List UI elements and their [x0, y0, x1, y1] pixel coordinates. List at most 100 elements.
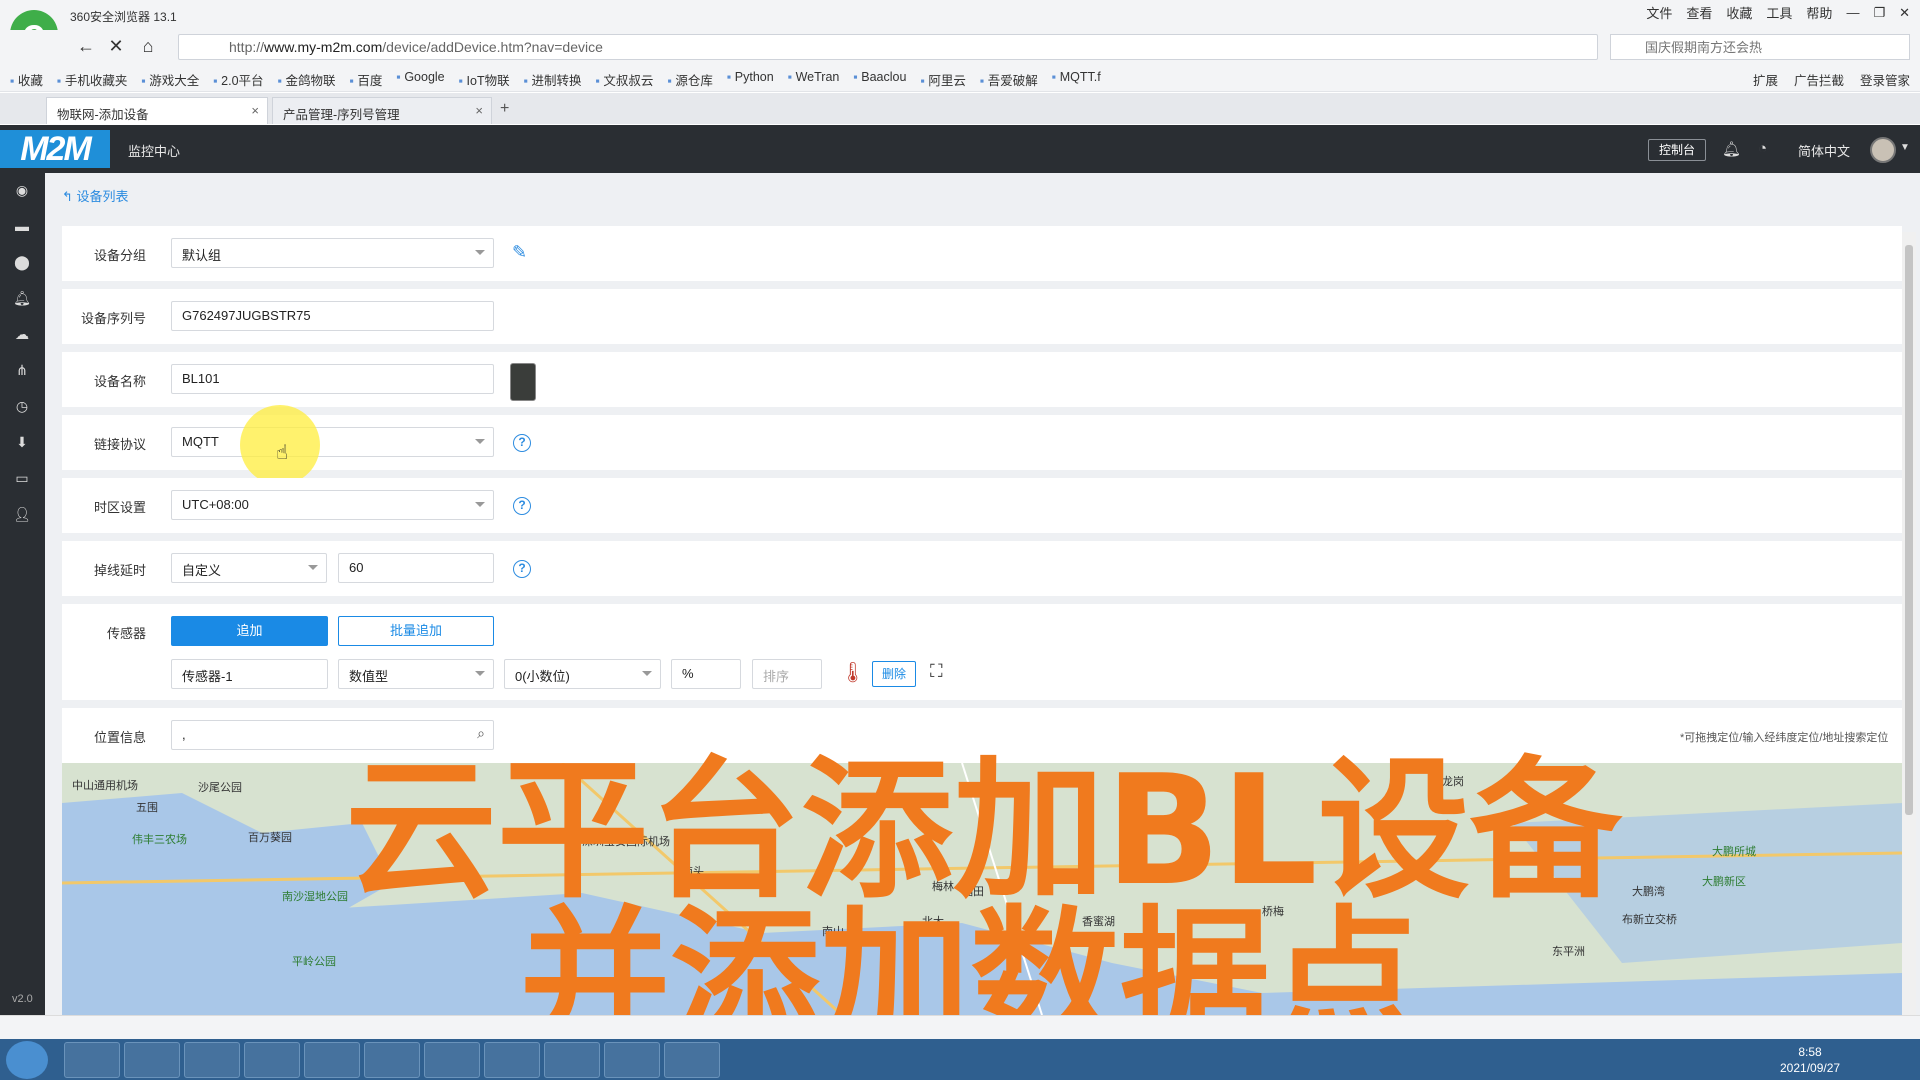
bookmark-item[interactable]: 手机收藏夹: [57, 70, 128, 89]
taskbar-app[interactable]: [424, 1042, 480, 1078]
breadcrumb[interactable]: ↰ 设备列表: [62, 186, 129, 205]
login-manager-button[interactable]: 登录管家: [1860, 70, 1910, 89]
offline-mode-select[interactable]: 自定义: [171, 553, 327, 583]
card-nav-icon[interactable]: ▭: [12, 468, 32, 488]
share-nav-icon[interactable]: ⋔: [12, 360, 32, 380]
bookmark-item[interactable]: 源仓库: [667, 70, 713, 89]
sensor-name-input[interactable]: 传感器-1: [171, 659, 328, 689]
map-label: 大鹏新区: [1702, 876, 1746, 888]
back-icon[interactable]: ←: [74, 34, 98, 58]
new-tab-button[interactable]: +: [500, 100, 509, 118]
bookmark-item[interactable]: 进制转换: [524, 70, 582, 89]
offline-help-icon[interactable]: ?: [513, 560, 531, 578]
device-image-icon[interactable]: [510, 363, 536, 401]
bookmark-item[interactable]: 游戏大全: [141, 70, 199, 89]
bookmark-item[interactable]: IoT物联: [459, 70, 510, 89]
close-window-icon[interactable]: ✕: [1899, 5, 1910, 21]
cloud-nav-icon[interactable]: ☁: [12, 324, 32, 344]
system-clock[interactable]: 8:58 2021/09/27: [1780, 1044, 1840, 1076]
sensor-unit-input[interactable]: %: [671, 659, 741, 689]
close-tab-icon[interactable]: ×: [251, 103, 259, 118]
bookmark-item[interactable]: 阿里云: [920, 70, 966, 89]
bookmark-item[interactable]: MQTT.f: [1052, 70, 1101, 89]
menu-help[interactable]: 帮助: [1806, 3, 1832, 22]
nav-monitor-center[interactable]: 监控中心: [128, 141, 180, 160]
menu-tools[interactable]: 工具: [1766, 3, 1792, 22]
bookmark-item[interactable]: 2.0平台: [213, 70, 263, 89]
location-label: 位置信息: [93, 730, 146, 745]
search-icon[interactable]: ⌕: [477, 725, 485, 742]
close-tab-icon[interactable]: ×: [475, 103, 483, 118]
timezone-select-value: UTC+08:00: [182, 497, 249, 512]
taskbar-app[interactable]: [484, 1042, 540, 1078]
console-button[interactable]: 控制台: [1648, 139, 1707, 161]
chevron-down-icon: [642, 671, 652, 676]
bookmark-item[interactable]: 收藏: [10, 70, 43, 89]
download-nav-icon[interactable]: ⬇: [12, 432, 32, 452]
tab-serial-management[interactable]: 产品管理-序列号管理 ×: [272, 97, 492, 124]
timezone-select[interactable]: UTC+08:00: [171, 490, 494, 520]
bookmark-item[interactable]: WeTran: [788, 70, 840, 89]
taskbar-app[interactable]: [544, 1042, 600, 1078]
dashboard-icon[interactable]: ◔: [1758, 140, 1767, 157]
scrollbar-thumb[interactable]: [1905, 245, 1913, 815]
location-value: ,: [182, 727, 186, 742]
offline-delay-input[interactable]: 60: [338, 553, 494, 583]
minimize-icon[interactable]: —: [1846, 5, 1859, 20]
bookmark-item[interactable]: Google: [396, 70, 444, 89]
protocol-select[interactable]: MQTT: [171, 427, 494, 457]
edit-icon[interactable]: ✎: [512, 242, 527, 263]
serial-input[interactable]: G762497JUGBSTR75: [171, 301, 494, 331]
sensor-decimals-select[interactable]: 0(小数位): [504, 659, 661, 689]
address-bar[interactable]: http://www.my-m2m.com/device/addDevice.h…: [178, 34, 1598, 60]
browser-search-box[interactable]: [1610, 34, 1910, 60]
group-select[interactable]: 默认组: [171, 238, 494, 268]
taskbar-chrome[interactable]: [244, 1042, 300, 1078]
taskbar-app[interactable]: [304, 1042, 360, 1078]
batch-add-button[interactable]: 批量追加: [338, 616, 494, 646]
protocol-help-icon[interactable]: ?: [513, 434, 531, 452]
node-link-icon[interactable]: ⛶: [930, 661, 943, 682]
sensor-type-select[interactable]: 数值型: [338, 659, 494, 689]
taskbar-youdao[interactable]: [184, 1042, 240, 1078]
start-button[interactable]: [6, 1041, 48, 1079]
maximize-icon[interactable]: ❐: [1873, 5, 1885, 21]
bookmark-item[interactable]: 吾爱破解: [980, 70, 1038, 89]
app-logo[interactable]: M2M: [0, 130, 110, 168]
location-nav-icon[interactable]: ⬤: [12, 252, 32, 272]
stop-icon[interactable]: ✕: [104, 34, 128, 58]
extensions-button[interactable]: 扩展: [1753, 70, 1778, 89]
taskbar-explorer[interactable]: [64, 1042, 120, 1078]
alarm-nav-icon[interactable]: 🔔︎: [12, 288, 32, 308]
home-icon[interactable]: ⌂: [136, 34, 160, 58]
dashboard-nav-icon[interactable]: ◉: [12, 180, 32, 200]
user-nav-icon[interactable]: 👤︎: [12, 504, 32, 524]
taskbar-app[interactable]: [664, 1042, 720, 1078]
taskbar-360-browser[interactable]: [124, 1042, 180, 1078]
avatar[interactable]: [1870, 137, 1896, 163]
device-name-input[interactable]: BL101: [171, 364, 494, 394]
chevron-down-icon[interactable]: ▼: [1900, 142, 1910, 153]
menu-favorites[interactable]: 收藏: [1726, 3, 1752, 22]
bookmark-item[interactable]: Python: [727, 70, 774, 89]
add-sensor-button[interactable]: 追加: [171, 616, 328, 646]
thermometer-icon[interactable]: 🌡︎: [840, 660, 865, 685]
bell-icon[interactable]: 🔔︎: [1722, 140, 1741, 158]
menu-view[interactable]: 查看: [1686, 3, 1712, 22]
bookmark-item[interactable]: 百度: [349, 70, 382, 89]
bookmark-item[interactable]: Baaclou: [853, 70, 906, 89]
browser-search-input[interactable]: [1645, 35, 1885, 59]
menu-file[interactable]: 文件: [1646, 3, 1672, 22]
history-nav-icon[interactable]: ◷: [12, 396, 32, 416]
taskbar-app[interactable]: [604, 1042, 660, 1078]
timezone-help-icon[interactable]: ?: [513, 497, 531, 515]
delete-sensor-button[interactable]: 删除: [872, 661, 916, 687]
sensor-order-input[interactable]: 排序: [752, 659, 822, 689]
bookmark-item[interactable]: 文叔叔云: [596, 70, 653, 89]
tab-add-device[interactable]: 物联网-添加设备 ×: [46, 97, 268, 124]
device-nav-icon[interactable]: ▬: [12, 216, 32, 236]
bookmark-item[interactable]: 金鸽物联: [278, 70, 335, 89]
language-selector[interactable]: 简体中文: [1798, 141, 1850, 160]
taskbar-wechat[interactable]: [364, 1042, 420, 1078]
adblock-button[interactable]: 广告拦截: [1794, 70, 1844, 89]
